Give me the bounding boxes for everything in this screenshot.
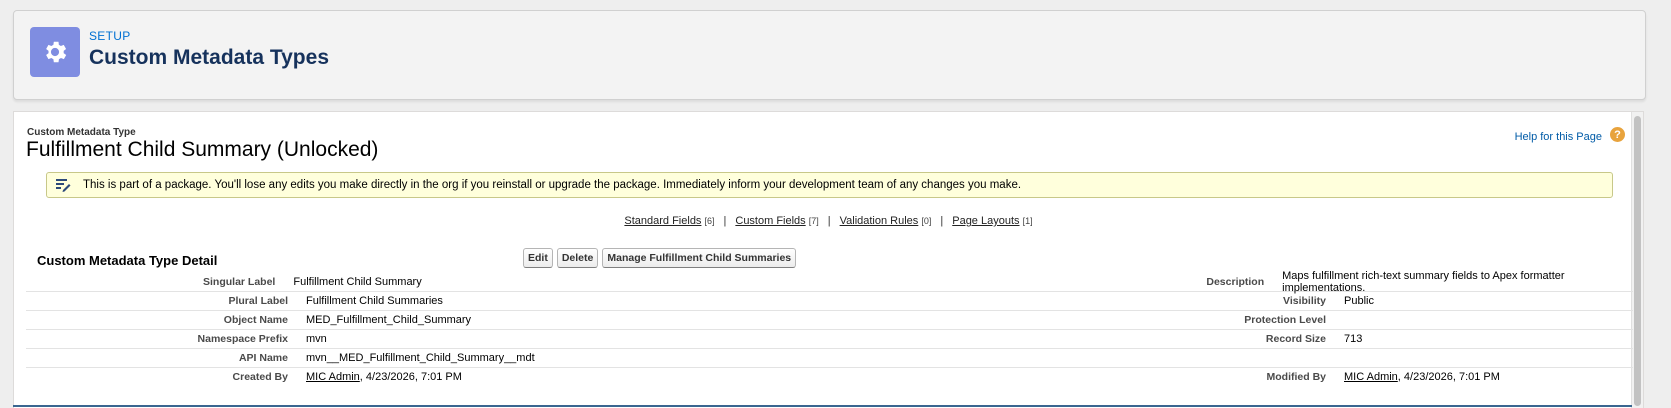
- modified-by-user-link[interactable]: MIC Admin: [1344, 371, 1398, 383]
- object-title: Fulfillment Child Summary (Unlocked): [26, 138, 379, 161]
- link-separator: |: [827, 215, 831, 227]
- modified-by-value: MIC Admin, 4/23/2026, 7:01 PM: [1326, 371, 1500, 383]
- field-label: Record Size: [1265, 333, 1326, 345]
- breadcrumb[interactable]: SETUP: [89, 29, 131, 43]
- page-title: Custom Metadata Types: [89, 46, 329, 69]
- help-link[interactable]: Help for this Page: [1515, 131, 1602, 143]
- link-custom-fields[interactable]: Custom Fields [7]: [735, 215, 818, 227]
- package-warning-banner: This is part of a package. You'll lose a…: [46, 172, 1613, 198]
- delete-button[interactable]: Delete: [556, 248, 599, 268]
- warning-text: This is part of a package. You'll lose a…: [83, 179, 1022, 191]
- field-label: Description: [1206, 276, 1265, 288]
- field-label: Singular Label: [203, 276, 276, 288]
- table-row: Singular Label Fulfillment Child Summary…: [26, 270, 1633, 294]
- field-value: mvn__MED_Fulfillment_Child_Summary__mdt: [306, 352, 535, 364]
- created-by-user-link[interactable]: MIC Admin: [306, 371, 360, 383]
- created-by-label: Created By: [232, 371, 288, 383]
- section-title: Custom Metadata Type Detail: [37, 253, 218, 268]
- detail-panel: Custom Metadata Type Fulfillment Child S…: [13, 111, 1644, 408]
- table-row: Plural Label Fulfillment Child Summaries…: [26, 292, 1633, 311]
- field-value: Fulfillment Child Summaries: [306, 295, 443, 307]
- object-type-label: Custom Metadata Type: [27, 127, 136, 138]
- table-row: API Name mvn__MED_Fulfillment_Child_Summ…: [26, 349, 1633, 368]
- field-label: Protection Level: [1244, 314, 1326, 326]
- help-icon[interactable]: ?: [1610, 127, 1625, 142]
- link-validation-rules[interactable]: Validation Rules [0]: [840, 215, 932, 227]
- created-by-value: MIC Admin, 4/23/2026, 7:01 PM: [288, 371, 746, 383]
- link-separator: |: [940, 215, 944, 227]
- modified-by-label: Modified By: [1266, 371, 1327, 383]
- detail-button-bar: Edit Delete Manage Fulfillment Child Sum…: [523, 248, 797, 268]
- link-separator: |: [723, 215, 727, 227]
- field-label: Visibility: [1283, 295, 1326, 307]
- page-header: SETUP Custom Metadata Types: [13, 10, 1646, 100]
- modified-date: , 4/23/2026, 7:01 PM: [1397, 371, 1500, 383]
- field-value: Maps fulfillment rich-text summary field…: [1282, 270, 1565, 294]
- table-row: Created By MIC Admin, 4/23/2026, 7:01 PM…: [26, 368, 1633, 386]
- edit-note-icon: [56, 179, 71, 192]
- field-label: Plural Label: [228, 295, 288, 307]
- table-row: Object Name MED_Fulfillment_Child_Summar…: [26, 311, 1633, 330]
- detail-table: Singular Label Fulfillment Child Summary…: [26, 270, 1633, 386]
- link-page-layouts[interactable]: Page Layouts [1]: [952, 215, 1032, 227]
- field-value: MED_Fulfillment_Child_Summary: [306, 314, 472, 326]
- table-row: Namespace Prefix mvn Record Size 713: [26, 330, 1633, 349]
- created-date: , 4/23/2026, 7:01 PM: [359, 371, 462, 383]
- edit-button[interactable]: Edit: [523, 248, 553, 268]
- link-standard-fields[interactable]: Standard Fields [6]: [624, 215, 714, 227]
- field-value: 713: [1344, 333, 1363, 345]
- field-label: API Name: [238, 352, 288, 364]
- field-label: Object Name: [223, 314, 288, 326]
- scrollbar-thumb[interactable]: [1634, 116, 1641, 406]
- related-links: Standard Fields [6] | Custom Fields [7] | Va…: [14, 215, 1643, 227]
- manage-records-button[interactable]: Manage Fulfillment Child Summaries: [602, 248, 797, 268]
- field-value: Fulfillment Child Summary: [293, 276, 422, 288]
- field-label: Namespace Prefix: [197, 333, 288, 345]
- field-value: mvn: [306, 333, 327, 345]
- field-value: Public: [1344, 295, 1374, 307]
- gear-icon: [30, 27, 80, 77]
